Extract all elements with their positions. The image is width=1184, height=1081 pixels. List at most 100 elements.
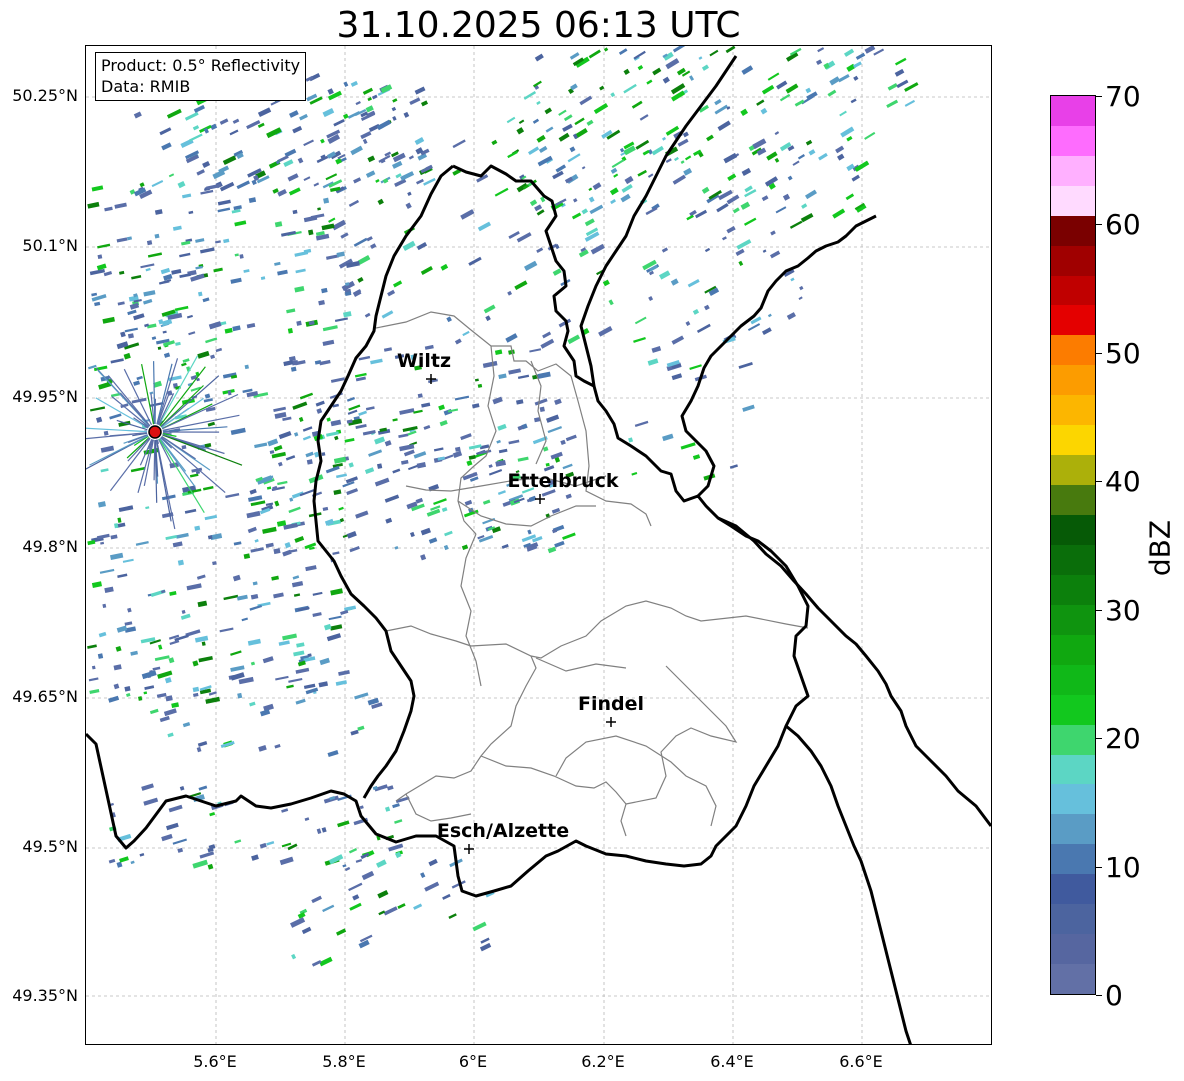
radar-echo [327,88,334,95]
radar-echo [539,406,545,413]
colorbar-segment [1051,515,1095,545]
radar-echo [184,508,197,514]
radar-echo [544,107,552,115]
colorbar-tick [1096,867,1102,868]
radar-echo [295,698,306,705]
radar-echo [303,176,311,182]
radar-echo [337,820,350,828]
radar-echo [90,406,106,412]
radar-echo [298,416,304,422]
radar-echo [96,416,103,423]
colorbar-segment [1051,664,1095,695]
radar-echo [336,251,345,258]
radar-echo [87,540,96,546]
radar-echo [896,79,909,89]
radar-echo [91,185,104,192]
radar-echo [246,323,256,329]
radar-echo [340,232,349,239]
radar-echo [292,209,298,215]
radar-echo [770,230,776,236]
radar-echo [204,514,218,521]
radar-echo [321,223,335,231]
radar-echo [145,506,150,510]
radar-echo [466,460,473,467]
radar-echo [177,559,184,566]
radar-echo [267,438,279,447]
radar-echo [303,683,316,690]
radar-echo [352,894,360,901]
colorbar-segment [1051,544,1095,575]
radar-echo [174,305,189,312]
radar-echo [334,435,339,441]
radar-echo [717,120,731,131]
radar-echo [328,615,342,621]
radar-echo [782,193,791,201]
radar-echo [377,198,384,205]
radar-echo [293,593,301,597]
radar-echo [323,197,330,204]
radar-echo [648,296,654,302]
radar-echo [613,173,619,178]
radar-echo [840,126,855,138]
radar-echo [321,452,326,457]
radar-echo [725,46,736,54]
radar-echo [573,198,578,203]
radar-echo [420,266,433,275]
radar-echo [318,681,329,688]
radar-echo [161,142,172,151]
radar-echo [182,193,192,199]
radar-echo [273,592,284,599]
radar-echo [115,645,122,652]
radar-echo [91,581,103,588]
radar-echo [294,286,305,293]
radar-echo [135,541,149,546]
radar-echo [581,208,589,215]
radar-echo [330,624,343,631]
radar-echo [278,461,283,467]
radar-echo [479,942,492,952]
radar-echo [399,408,415,415]
radar-echo [410,531,415,538]
radar-echo [392,418,398,422]
radar-echo [767,72,780,81]
radar-echo [172,838,188,845]
radar-echo [234,253,239,257]
radar-echo [210,354,216,359]
radar-echo [246,119,261,130]
radar-echo [144,685,155,690]
radar-echo [295,667,310,674]
radar-ray [162,426,228,432]
radar-ray [86,427,148,433]
radar-echo [835,145,845,154]
radar-echo [324,623,332,631]
radar-echo [516,399,524,405]
radar-echo [392,803,400,809]
radar-echo [829,76,841,86]
radar-echo [149,708,159,715]
radar-echo [387,289,396,297]
radar-echo [326,417,331,422]
radar-echo [282,416,292,422]
radar-echo [620,193,631,203]
radar-echo [138,696,143,701]
radar-echo [282,549,292,557]
radar-echo [350,80,358,87]
radar-echo [152,666,161,671]
radar-echo [176,532,189,539]
radar-echo [378,910,386,916]
radar-echo [864,46,876,54]
lat-label: 50.1°N [22,236,78,255]
radar-echo [428,537,438,544]
radar-echo [203,485,214,491]
radar-echo [447,408,459,413]
radar-echo [659,270,671,280]
radar-echo [505,333,518,343]
radar-echo [433,447,444,452]
radar-echo [633,50,646,60]
radar-echo [417,393,423,399]
colorbar-segment [1051,874,1095,905]
radar-echo [186,314,193,319]
radar-echo [357,725,365,731]
radar-echo [894,68,905,77]
radar-echo [477,221,492,232]
